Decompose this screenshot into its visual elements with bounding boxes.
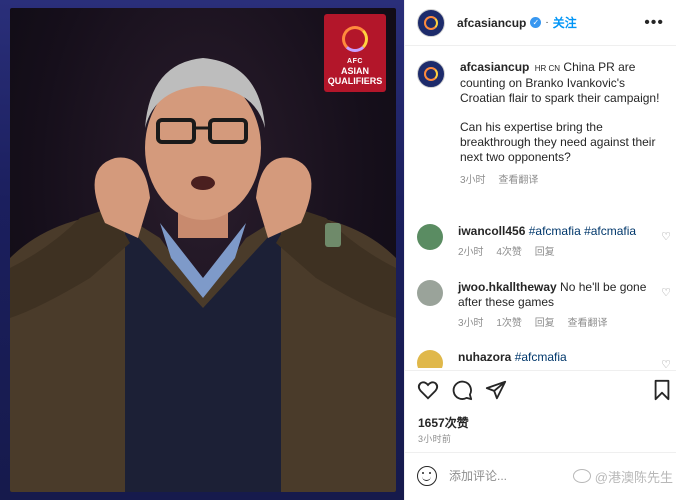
comment-reply[interactable]: 回复 <box>535 247 555 258</box>
comment-text[interactable]: #afcmafia #afcmafia <box>529 224 636 238</box>
post-side-panel: afcasiancup ✓ · 关注 ••• afcasiancup HR CN… <box>404 0 676 500</box>
comment-username[interactable]: iwancoll456 <box>458 224 525 238</box>
comment-item: jwoo.hkalltheway No he'll be gone after … <box>417 280 671 331</box>
post-header: afcasiancup ✓ · 关注 ••• <box>405 0 676 46</box>
comment-username[interactable]: jwoo.hkalltheway <box>458 280 557 294</box>
comment-reply[interactable]: 回复 <box>535 318 555 329</box>
comment-item: nuhazora #afcmafia ♡ <box>417 350 671 368</box>
send-icon[interactable] <box>485 379 507 401</box>
badge-line-3: QUALIFIERS <box>327 76 383 86</box>
afc-logo-icon <box>424 15 438 30</box>
avatar[interactable] <box>417 350 443 368</box>
post-caption: afcasiancup HR CN China PR are counting … <box>417 60 669 188</box>
post-photo: AFC ASIAN QUALIFIERS <box>10 8 396 492</box>
post-image[interactable]: AFC ASIAN QUALIFIERS <box>0 0 404 500</box>
comment-heart-icon[interactable]: ♡ <box>661 358 671 368</box>
comment-item: iwancoll456 #afcmafia #afcmafia 2小时 4次赞 … <box>417 224 671 260</box>
divider <box>405 370 676 371</box>
avatar[interactable] <box>417 224 443 250</box>
comment-likes[interactable]: 4次赞 <box>496 247 522 258</box>
comment-input[interactable] <box>449 469 539 483</box>
comment-icon[interactable] <box>451 379 473 401</box>
comment-text[interactable]: #afcmafia <box>515 350 567 364</box>
comment-username[interactable]: nuhazora <box>458 350 511 364</box>
caption-username[interactable]: afcasiancup <box>460 60 529 74</box>
caption-time: 3小时 <box>460 175 486 186</box>
more-horizontal-icon[interactable]: ••• <box>644 14 664 32</box>
avatar[interactable] <box>417 8 445 37</box>
posted-time: 3小时前 <box>418 434 452 444</box>
separator-dot: · <box>545 17 549 28</box>
afc-asian-qualifiers-logo: AFC ASIAN QUALIFIERS <box>324 14 386 92</box>
afc-logo-icon <box>342 26 368 52</box>
header-username[interactable]: afcasiancup <box>457 16 526 30</box>
caption-translate-link[interactable]: 查看翻译 <box>498 175 538 186</box>
watermark: @港澳陈先生 <box>572 467 673 486</box>
caption-flags: HR CN <box>534 64 561 73</box>
divider <box>405 452 676 453</box>
bookmark-icon[interactable] <box>651 379 673 401</box>
follow-button[interactable]: 关注 <box>553 14 577 31</box>
weibo-logo-icon <box>572 469 591 483</box>
caption-text-2: Can his expertise bring the breakthrough… <box>460 120 656 164</box>
watermark-text: @港澳陈先生 <box>594 469 673 485</box>
afc-logo-icon <box>424 67 438 81</box>
verified-badge-icon: ✓ <box>530 17 542 28</box>
badge-line-1: AFC <box>347 58 363 65</box>
heart-icon[interactable] <box>417 379 439 401</box>
comment-translate-link[interactable]: 查看翻译 <box>567 318 607 329</box>
avatar[interactable] <box>417 280 443 306</box>
comment-likes[interactable]: 1次赞 <box>496 318 522 329</box>
likes-count[interactable]: 1657次赞 <box>418 414 469 431</box>
avatar[interactable] <box>417 60 445 88</box>
badge-line-2: ASIAN <box>340 66 369 76</box>
caption-meta: 3小时 查看翻译 <box>460 173 669 188</box>
comment-heart-icon[interactable]: ♡ <box>661 230 671 243</box>
comment-heart-icon[interactable]: ♡ <box>661 286 671 299</box>
emoji-icon[interactable] <box>417 466 437 486</box>
comment-time: 3小时 <box>458 318 484 329</box>
post-actions <box>417 378 673 402</box>
add-comment-bar: @港澳陈先生 <box>417 466 673 486</box>
comment-time: 2小时 <box>458 247 484 258</box>
